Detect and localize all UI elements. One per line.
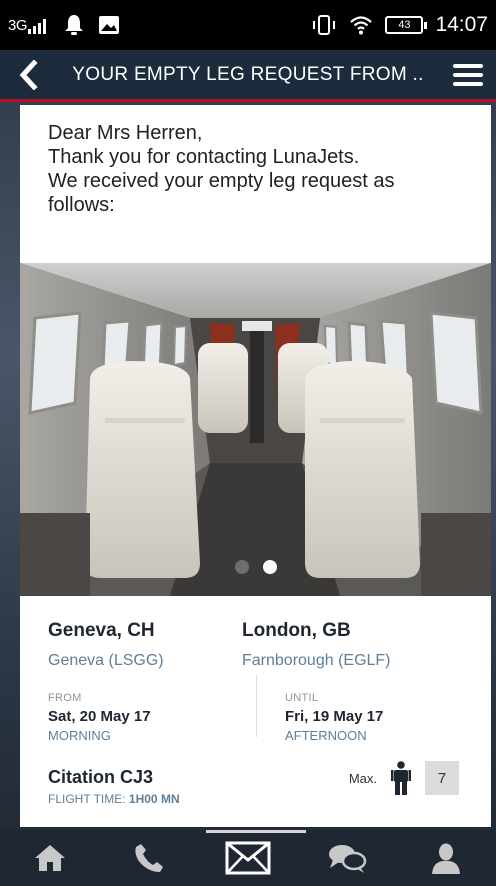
nav-mail[interactable] — [198, 830, 297, 886]
back-button[interactable] — [0, 49, 56, 101]
clock: 14:07 — [435, 13, 488, 36]
arrival-time-of-day: AFTERNOON — [285, 728, 367, 743]
chevron-left-icon — [19, 59, 38, 90]
column-divider — [256, 675, 257, 737]
aircraft-name: Citation CJ3 — [48, 767, 154, 787]
until-label: UNTIL — [285, 692, 319, 704]
status-bar: 3G 43 14:07 — [0, 0, 496, 50]
profile-icon — [432, 843, 461, 874]
flight-time: FLIGHT TIME: 1H00 MN — [48, 792, 180, 806]
passenger-count: 7 — [425, 761, 459, 795]
wifi-icon — [350, 16, 373, 35]
arrival-column: London, GB Farnborough (EGLF) UNTIL Fri,… — [242, 620, 462, 743]
chat-icon — [329, 845, 367, 873]
arrival-date: Fri, 19 May 17 — [285, 708, 384, 725]
menu-button[interactable] — [440, 49, 496, 101]
page-title: YOUR EMPTY LEG REQUEST FROM .. — [72, 63, 424, 85]
departure-time-of-day: MORNING — [48, 728, 111, 743]
max-label: Max. — [348, 770, 377, 786]
from-label: FROM — [48, 692, 82, 704]
aircraft-info: Citation CJ3 FLIGHT TIME: 1H00 MN — [48, 767, 180, 806]
app-bar: YOUR EMPTY LEG REQUEST FROM .. — [0, 50, 496, 102]
passenger-icon — [391, 761, 411, 795]
active-tab-indicator — [206, 830, 306, 833]
mail-icon — [225, 841, 271, 875]
arrival-airport: Farnborough (EGLF) — [242, 652, 391, 669]
departure-column: Geneva, CH Geneva (LSGG) FROM Sat, 20 Ma… — [48, 620, 238, 743]
image-icon — [99, 16, 120, 34]
bottom-navigation — [0, 830, 496, 886]
route-details: Geneva, CH Geneva (LSGG) FROM Sat, 20 Ma… — [20, 105, 491, 827]
vibrate-icon — [313, 15, 336, 35]
nav-chat[interactable] — [298, 830, 397, 886]
departure-airport: Geneva (LSGG) — [48, 652, 164, 669]
nav-home[interactable] — [0, 830, 99, 886]
nav-phone[interactable] — [99, 830, 198, 886]
max-passengers: Max. 7 — [349, 761, 459, 795]
home-icon — [34, 845, 65, 871]
network-indicator: 3G — [8, 17, 50, 34]
arrival-city: London, GB — [242, 620, 351, 641]
hamburger-menu-icon — [453, 63, 483, 86]
departure-city: Geneva, CH — [48, 620, 155, 641]
nav-profile[interactable] — [397, 830, 496, 886]
notification-icon — [65, 15, 84, 35]
signal-icon — [28, 18, 47, 34]
phone-icon — [135, 844, 163, 872]
departure-date: Sat, 20 May 17 — [48, 708, 151, 725]
battery-icon: 43 — [385, 16, 428, 34]
